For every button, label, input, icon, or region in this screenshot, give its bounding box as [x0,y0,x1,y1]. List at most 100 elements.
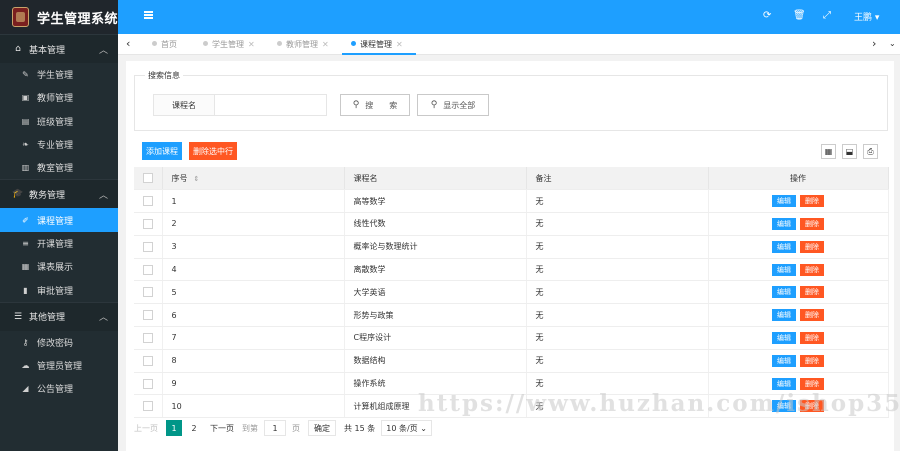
sidebar-item-0-0[interactable]: ✎ 学生管理 [0,63,118,86]
top-header: ⟳ 🗑 ⤢ 王鹏 ▾ [118,0,900,34]
chevron-up-icon: ︿ [98,45,108,56]
remark-cell: 无 [526,189,709,214]
tab-teacher[interactable]: 教师管理 ✕ [277,39,329,50]
table-body: 1 高等数学无编辑 删除 2 线性代数无编辑 删除 3 概率论与数理统计无编辑 删除 4 离散数学无… [134,189,889,419]
remark-cell: 无 [526,280,709,305]
edit-button[interactable]: 编辑 [772,217,796,230]
row-checkbox[interactable] [143,355,153,366]
total-count: 共 15 条 [344,423,376,433]
table-row: 7 C程序设计无编辑 删除 [134,326,889,350]
remark-cell: 无 [526,212,709,236]
sidebar-group-2[interactable]: ☰ 其他管理 ︿ [0,301,118,331]
goto-confirm-button[interactable]: 确定 [308,420,336,436]
delete-button[interactable]: 删除 [800,354,824,367]
wrench-icon: ✐ [22,215,29,225]
tab-student[interactable]: 学生管理 ✕ [203,39,255,50]
delete-button[interactable]: 删除 [800,195,824,208]
menu-toggle-icon[interactable] [144,11,153,19]
column-header-index[interactable]: 序号 ⇕ [162,167,345,191]
delete-button[interactable]: 删除 [800,331,824,344]
select-all-checkbox[interactable] [143,173,153,184]
sidebar-item-1-0[interactable]: ✐ 课程管理 [0,208,118,232]
course-name-input[interactable] [215,94,327,116]
goto-page-input[interactable]: 1 [264,420,286,436]
sidebar-group-label: 其他管理 [29,313,66,324]
sidebar-item-2-1[interactable]: ☁ 管理员管理 [0,354,118,377]
sidebar-item-0-1[interactable]: ▣ 教师管理 [0,86,118,109]
row-checkbox[interactable] [143,196,153,207]
actions-cell: 编辑 删除 [708,189,889,214]
search-button[interactable]: ⚲ 搜 索 [340,94,410,116]
prev-page-link[interactable]: 上一页 [134,423,158,434]
sidebar-item-label: 班级管理 [37,117,74,128]
page-2-button[interactable]: 2 [186,420,202,436]
print-icon[interactable]: ⎙ [863,144,878,159]
delete-button[interactable]: 删除 [800,286,824,299]
delete-button[interactable]: 删除 [800,309,824,322]
edit-button[interactable]: 编辑 [772,309,796,322]
tab-close-icon[interactable]: ✕ [248,40,255,49]
add-course-button[interactable]: 添加课程 [142,142,182,160]
refresh-icon[interactable]: ⟳ [763,10,771,21]
tab-scroll-left-icon[interactable]: ‹ [126,37,130,50]
row-checkbox[interactable] [143,332,153,343]
delete-button[interactable]: 删除 [800,377,824,390]
edit-button[interactable]: 编辑 [772,331,796,344]
fullscreen-icon[interactable]: ⤢ [823,10,831,21]
tab-scroll-right-icon[interactable]: › [872,37,876,50]
sidebar-item-label: 课程管理 [37,216,74,227]
export-icon[interactable]: ⬓ [842,144,857,159]
tab-close-icon[interactable]: ✕ [322,40,329,49]
sidebar-item-2-0[interactable]: ⚷ 修改密码 [0,331,118,354]
delete-selected-button[interactable]: 删除选中行 [189,142,237,160]
sidebar-item-label: 管理员管理 [37,362,83,373]
page-size-select[interactable]: 10 条/页 ⌄ [381,420,432,436]
tab-course[interactable]: 课程管理 ✕ [351,39,403,50]
active-tab-underline [342,53,416,55]
delete-button[interactable]: 删除 [800,217,824,230]
sidebar-item-1-2[interactable]: ▦ 课表展示 [0,255,118,278]
sidebar-item-label: 学生管理 [37,71,74,82]
sidebar-item-0-2[interactable]: ▤ 班级管理 [0,110,118,133]
course-name-cell: 概率论与数理统计 [344,235,527,259]
edit-button[interactable]: 编辑 [772,286,796,299]
sidebar-group-0[interactable]: ⌂ 基本管理 ︿ [0,34,118,63]
tab-options-icon[interactable]: ⌄ [889,39,896,48]
edit-button[interactable]: 编辑 [772,354,796,367]
clear-icon[interactable]: 🗑 [793,10,806,21]
sidebar-item-0-3[interactable]: ❧ 专业管理 [0,133,118,156]
row-checkbox[interactable] [143,218,153,229]
row-checkbox[interactable] [143,401,153,412]
delete-button[interactable]: 删除 [800,263,824,276]
row-checkbox[interactable] [143,241,153,252]
edit-button[interactable]: 编辑 [772,377,796,390]
row-checkbox[interactable] [143,264,153,275]
sidebar-item-0-4[interactable]: ▥ 教室管理 [0,156,118,179]
row-checkbox[interactable] [143,378,153,389]
row-checkbox[interactable] [143,287,153,298]
page-1-button[interactable]: 1 [166,420,182,436]
row-checkbox[interactable] [143,310,153,321]
edit-button[interactable]: 编辑 [772,195,796,208]
sidebar-item-2-2[interactable]: ◢ 公告管理 [0,377,118,400]
select-all-cell [134,167,163,191]
sidebar-group-1[interactable]: 🎓 教务管理 ︿ [0,179,118,209]
user-menu[interactable]: 王鹏 ▾ [854,10,879,23]
book-icon: ▮ [23,285,28,295]
index-cell: 7 [162,326,345,350]
tab-close-icon[interactable]: ✕ [396,40,403,49]
bars-icon: ☰ [13,311,23,322]
edit-button[interactable]: 编辑 [772,263,796,276]
next-page-link[interactable]: 下一页 [210,423,234,434]
columns-icon[interactable]: ▦ [821,144,836,159]
sidebar-item-1-3[interactable]: ▮ 审批管理 [0,278,118,301]
sort-icon[interactable]: ⇕ [194,175,200,183]
sidebar-item-1-1[interactable]: ≡ 开课管理 [0,232,118,255]
delete-button[interactable]: 删除 [800,240,824,253]
tab-dot-icon [152,41,157,46]
actions-cell: 编辑 删除 [708,326,889,350]
tab-home[interactable]: 首页 [152,39,177,50]
table-header-row: 序号 ⇕ 课程名 备注 操作 [134,167,889,191]
show-all-button[interactable]: ⚲ 显示全部 [417,94,489,116]
edit-button[interactable]: 编辑 [772,240,796,253]
